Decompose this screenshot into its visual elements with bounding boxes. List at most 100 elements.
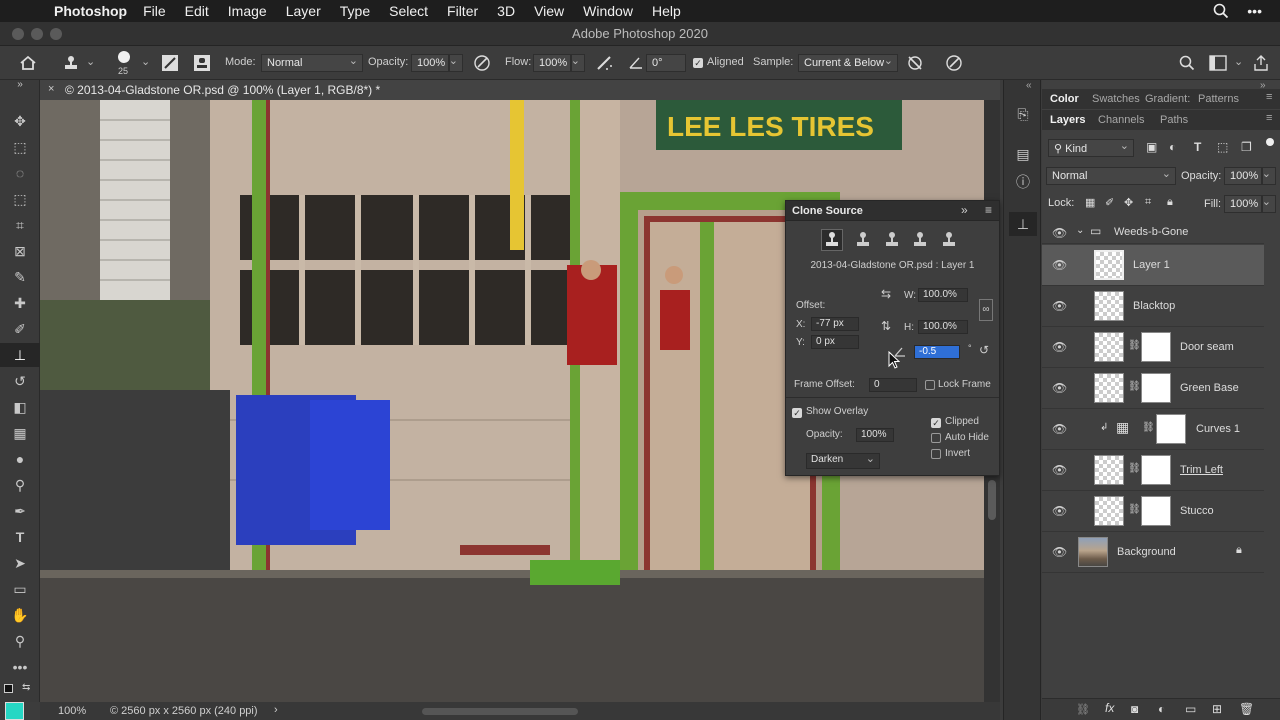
- collapse-panel-icon[interactable]: »: [961, 203, 968, 217]
- menu-view[interactable]: View: [534, 3, 564, 19]
- lock-position-icon[interactable]: ✥: [1124, 196, 1133, 209]
- flip-vertical-icon[interactable]: ⇅: [881, 319, 891, 333]
- layer-row-door-seam[interactable]: 👁︎ ⛓︎ Door seam: [1042, 327, 1264, 368]
- brush-chevron-down-icon[interactable]: ⌄: [141, 55, 150, 68]
- layer-filter-dropdown[interactable]: ⚲ Kind: [1048, 139, 1134, 157]
- layer-row-layer-1[interactable]: 👁︎ Layer 1: [1042, 245, 1264, 286]
- chevron-down-icon[interactable]: ⌄: [1076, 225, 1084, 236]
- layer-row-curves-1[interactable]: 👁︎ ↲ ▦ ⛓︎ Curves 1: [1042, 409, 1264, 450]
- flow-dropdown[interactable]: [571, 54, 585, 72]
- menu-image[interactable]: Image: [228, 3, 267, 19]
- flip-horizontal-icon[interactable]: ⇆: [881, 287, 891, 301]
- clone-source-4-icon[interactable]: [912, 231, 928, 249]
- mode-dropdown[interactable]: Normal: [261, 54, 363, 72]
- workspace-chevron-down-icon[interactable]: ⌄: [1234, 55, 1243, 68]
- fill-dropdown[interactable]: [1262, 195, 1276, 213]
- control-center-icon[interactable]: •••: [1247, 3, 1262, 19]
- brush-settings-panel-icon[interactable]: ▤: [1009, 142, 1037, 166]
- tab-paths[interactable]: Paths: [1160, 114, 1188, 126]
- default-colors-icon[interactable]: [4, 684, 13, 693]
- tab-color[interactable]: Color: [1050, 93, 1079, 105]
- clone-source-panel-icon[interactable]: [193, 54, 211, 72]
- tab-channels[interactable]: Channels: [1098, 114, 1144, 126]
- filter-smart-object-icon[interactable]: ❐: [1241, 140, 1252, 154]
- filter-type-icon[interactable]: T: [1194, 140, 1201, 154]
- clipped-checkbox[interactable]: ✓: [931, 417, 941, 428]
- spotlight-search-icon[interactable]: [1213, 3, 1229, 19]
- layer-row-stucco[interactable]: 👁︎ ⛓︎ Stucco: [1042, 491, 1264, 532]
- search-icon[interactable]: [1179, 55, 1195, 71]
- menu-select[interactable]: Select: [389, 3, 428, 19]
- move-tool-icon[interactable]: ✥: [0, 109, 40, 133]
- layer-group-row[interactable]: 👁︎ ⌄ ▭ Weeds-b-Gone: [1042, 220, 1264, 244]
- pressure-size-icon[interactable]: [945, 54, 963, 72]
- layers-panel-menu-icon[interactable]: ≡: [1266, 112, 1272, 124]
- lock-transparent-icon[interactable]: ▦: [1085, 196, 1095, 209]
- reset-transform-icon[interactable]: ↺: [979, 343, 989, 357]
- eye-icon[interactable]: 👁︎: [1052, 226, 1067, 240]
- info-panel-icon[interactable]: ⓘ: [1009, 170, 1037, 194]
- eye-icon[interactable]: 👁︎: [1052, 463, 1067, 477]
- layer-row-blacktop[interactable]: 👁︎ Blacktop: [1042, 286, 1264, 327]
- preset-chevron-down-icon[interactable]: ⌄: [86, 55, 95, 68]
- frame-offset-field[interactable]: 0: [869, 378, 917, 392]
- clone-source-3-icon[interactable]: [884, 231, 900, 249]
- lock-image-icon[interactable]: ✐: [1105, 196, 1114, 209]
- rectangle-tool-icon[interactable]: ▭: [0, 577, 40, 601]
- lock-artboard-icon[interactable]: ⌗: [1145, 196, 1151, 209]
- collapse-dock-icon[interactable]: «: [1026, 80, 1032, 91]
- layer-opacity-field[interactable]: 100%: [1224, 167, 1262, 185]
- history-brush-tool-icon[interactable]: ↺: [0, 369, 40, 393]
- clone-source-2-icon[interactable]: [855, 231, 871, 249]
- clone-stamp-tool-icon[interactable]: ⊥: [0, 343, 40, 367]
- layer-opacity-dropdown[interactable]: [1262, 167, 1276, 185]
- filter-shape-icon[interactable]: ⬚: [1217, 140, 1228, 154]
- vertical-scroll-thumb[interactable]: [988, 480, 996, 520]
- gradient-tool-icon[interactable]: ▦: [0, 421, 40, 445]
- overlay-opacity-field[interactable]: 100%: [856, 428, 894, 442]
- share-icon[interactable]: [1253, 55, 1269, 71]
- zoom-tool-icon[interactable]: ⚲: [0, 629, 40, 653]
- layer-row-green-base[interactable]: 👁︎ ⛓︎ Green Base: [1042, 368, 1264, 409]
- menu-filter[interactable]: Filter: [447, 3, 478, 19]
- mask-link-icon[interactable]: ⛓︎: [1128, 381, 1141, 392]
- offset-y-field[interactable]: 0 px: [811, 335, 859, 349]
- zoom-level[interactable]: 100%: [58, 705, 86, 717]
- flow-field[interactable]: 100%: [533, 54, 571, 72]
- clone-stamp-preset-icon[interactable]: [62, 54, 80, 72]
- workspace-icon[interactable]: [1209, 55, 1227, 71]
- swap-colors-icon[interactable]: ⇆: [22, 682, 30, 693]
- eye-icon[interactable]: 👁︎: [1052, 504, 1067, 518]
- layer-mask-thumbnail[interactable]: [1141, 332, 1171, 362]
- pen-tool-icon[interactable]: ✒: [0, 499, 40, 523]
- menu-3d[interactable]: 3D: [497, 3, 515, 19]
- layer-row-background[interactable]: 👁︎ Background 🔒︎: [1042, 532, 1264, 573]
- height-field[interactable]: 100.0%: [918, 320, 968, 334]
- auto-hide-checkbox[interactable]: [931, 433, 941, 445]
- airbrush-icon[interactable]: [595, 54, 615, 72]
- path-selection-tool-icon[interactable]: ➤: [0, 551, 40, 575]
- layer-style-icon[interactable]: fx: [1105, 701, 1114, 715]
- brush-tip-icon[interactable]: [118, 51, 130, 63]
- opacity-dropdown[interactable]: [449, 54, 463, 72]
- sample-dropdown[interactable]: Current & Below: [798, 54, 898, 72]
- menu-window[interactable]: Window: [583, 3, 633, 19]
- document-tab[interactable]: × © 2013-04-Gladstone OR.psd @ 100% (Lay…: [40, 80, 1000, 100]
- brush-angle-field[interactable]: 0°: [646, 54, 686, 72]
- history-panel-icon[interactable]: ⎘: [1009, 102, 1037, 126]
- menu-edit[interactable]: Edit: [185, 3, 209, 19]
- dodge-tool-icon[interactable]: ⚲: [0, 473, 40, 497]
- panel-menu-icon[interactable]: ≡: [985, 203, 992, 217]
- filter-adjustment-icon[interactable]: ◐: [1169, 140, 1176, 154]
- tab-layers[interactable]: Layers: [1050, 114, 1085, 126]
- invert-checkbox[interactable]: [931, 449, 941, 461]
- mask-link-icon[interactable]: ⛓︎: [1128, 504, 1141, 515]
- status-menu-chevron-icon[interactable]: ›: [274, 704, 278, 716]
- lock-frame-checkbox[interactable]: [925, 380, 935, 392]
- home-icon[interactable]: [19, 55, 37, 71]
- blur-tool-icon[interactable]: ●: [0, 447, 40, 471]
- link-layers-icon[interactable]: ⛓︎: [1076, 703, 1090, 716]
- filter-pixel-icon[interactable]: ▣: [1146, 140, 1157, 154]
- menu-type[interactable]: Type: [340, 3, 370, 19]
- eye-icon[interactable]: 👁︎: [1052, 381, 1067, 395]
